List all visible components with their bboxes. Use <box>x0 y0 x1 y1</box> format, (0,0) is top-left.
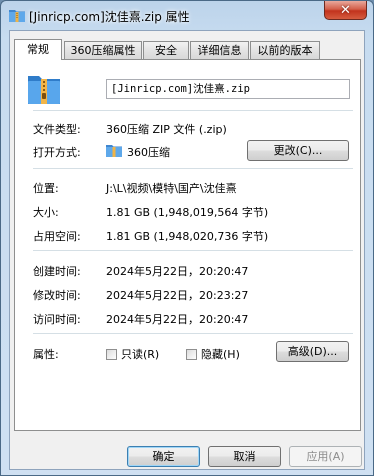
hidden-label: 隐藏(H) <box>201 348 240 361</box>
title-bar[interactable]: [Jinricp.com]沈佳熹.zip 属性 ✕ <box>1 1 373 29</box>
change-button[interactable]: 更改(C)... <box>247 140 349 161</box>
attributes-label: 属性: <box>33 348 59 361</box>
hidden-checkbox[interactable]: 隐藏(H) <box>186 346 240 362</box>
close-button[interactable]: ✕ <box>324 1 367 20</box>
size-on-disk-value: 1.81 GB (1,948,020,736 字节) <box>106 230 269 243</box>
readonly-label: 只读(R) <box>121 348 160 361</box>
modified-value: 2024年5月22日，20:23:27 <box>106 289 249 302</box>
open-with-label: 打开方式: <box>33 146 81 159</box>
file-type-label: 文件类型: <box>33 123 81 136</box>
zip-archive-icon <box>28 76 60 104</box>
open-with-value: 360压缩 <box>127 146 170 159</box>
size-label: 大小: <box>33 206 59 219</box>
ok-button[interactable]: 确定 <box>127 446 200 467</box>
divider <box>33 110 353 111</box>
advanced-button[interactable]: 高级(D)... <box>276 341 349 362</box>
file-type-value: 360压缩 ZIP 文件 (.zip) <box>106 123 227 136</box>
general-tab-panel: [Jinricp.com]沈佳熹.zip 文件类型: 360压缩 ZIP 文件 … <box>14 59 361 431</box>
modified-label: 修改时间: <box>33 289 81 302</box>
cancel-button[interactable]: 取消 <box>208 446 281 467</box>
tab-strip: 常规 360压缩属性 安全 详细信息 以前的版本 <box>14 39 360 60</box>
size-value: 1.81 GB (1,948,019,564 字节) <box>106 206 269 219</box>
location-value: J:\L\视频\模特\国产\沈佳熹 <box>106 182 237 195</box>
tab-previous-versions[interactable]: 以前的版本 <box>250 41 320 59</box>
created-label: 创建时间: <box>33 265 81 278</box>
apply-button[interactable]: 应用(A) <box>289 446 362 467</box>
size-on-disk-label: 占用空间: <box>33 230 81 243</box>
file-name-field[interactable]: [Jinricp.com]沈佳熹.zip <box>106 79 350 99</box>
accessed-value: 2024年5月22日，20:20:47 <box>106 313 249 326</box>
hidden-checkbox-box[interactable] <box>186 348 197 360</box>
readonly-checkbox[interactable]: 只读(R) <box>106 346 159 362</box>
divider <box>33 333 353 334</box>
close-icon: ✕ <box>340 2 351 18</box>
location-label: 位置: <box>33 182 59 195</box>
tab-general[interactable]: 常规 <box>14 39 62 60</box>
tab-360-compress-properties[interactable]: 360压缩属性 <box>64 41 142 59</box>
360-compress-icon <box>106 145 122 157</box>
window-title: [Jinricp.com]沈佳熹.zip 属性 <box>29 10 190 24</box>
accessed-label: 访问时间: <box>33 313 81 326</box>
zip-folder-icon <box>9 10 25 22</box>
divider <box>33 250 353 251</box>
properties-window: [Jinricp.com]沈佳熹.zip 属性 ✕ 常规 360压缩属性 安全 … <box>0 0 374 476</box>
tab-details[interactable]: 详细信息 <box>190 41 249 59</box>
readonly-checkbox-box[interactable] <box>106 348 117 360</box>
dialog-client-area: 常规 360压缩属性 安全 详细信息 以前的版本 [Jinricp.com]沈佳… <box>9 30 365 470</box>
divider <box>33 168 353 169</box>
tab-security[interactable]: 安全 <box>143 41 189 59</box>
created-value: 2024年5月22日，20:20:47 <box>106 265 249 278</box>
